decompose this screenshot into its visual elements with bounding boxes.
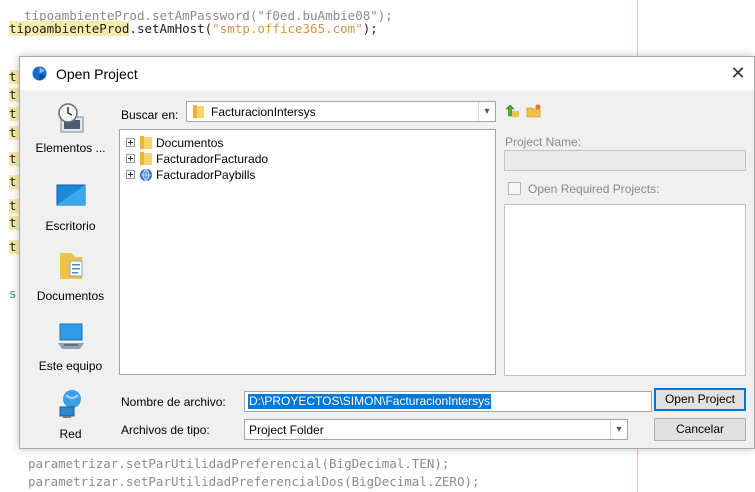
close-icon: ✕ [730, 63, 746, 83]
code-line-fragment: t [9, 216, 19, 230]
file-type-dropdown[interactable]: Project Folder ▾ [244, 419, 628, 440]
look-in-dropdown[interactable]: FacturacionIntersys ▾ [186, 101, 496, 122]
code-line-fragment: t [9, 107, 19, 121]
open-project-button[interactable]: Open Project [654, 388, 746, 411]
dialog-titlebar[interactable]: Open Project ✕ [20, 57, 754, 90]
open-required-checkbox[interactable] [508, 182, 521, 195]
code-line-bottom-1: parametrizar.setParUtilidadPreferencial(… [28, 456, 450, 471]
open-required-label: Open Required Projects: [528, 182, 660, 196]
code-line-fragment: t [9, 240, 19, 254]
computer-icon [58, 323, 84, 349]
folder-icon [193, 105, 204, 118]
expand-icon[interactable] [126, 154, 135, 163]
code-line-set-host: tipoambienteProd.setAmHost("smtp.office3… [9, 21, 378, 36]
place-network[interactable]: Red [28, 387, 113, 453]
file-type-label: Archivos de tipo: [121, 423, 210, 437]
file-type-value: Project Folder [249, 423, 324, 437]
project-icon [140, 169, 152, 181]
network-icon [59, 390, 81, 418]
place-label: Red [59, 427, 82, 441]
place-label: Elementos ... [35, 141, 106, 155]
place-recent-items[interactable]: Elementos ... [28, 101, 113, 167]
code-line-bottom-2: parametrizar.setParUtilidadPreferencialD… [28, 474, 480, 489]
project-name-label: Project Name: [505, 135, 582, 149]
place-label: Documentos [36, 289, 105, 303]
chevron-down-icon[interactable]: ▾ [478, 102, 495, 121]
code-line-fragment: t [9, 152, 19, 166]
file-name-label: Nombre de archivo: [121, 395, 226, 409]
place-desktop[interactable]: Escritorio [28, 179, 113, 245]
chevron-down-icon[interactable]: ▾ [610, 420, 627, 439]
project-name-field [504, 150, 746, 171]
file-name: FacturadorPaybills [156, 168, 256, 182]
place-label: Este equipo [38, 359, 103, 373]
required-projects-list[interactable] [504, 204, 746, 376]
file-name: Documentos [156, 136, 224, 150]
open-project-dialog: Open Project ✕ Elementos ... Escritorio [19, 56, 755, 449]
expand-icon[interactable] [126, 170, 135, 179]
expand-icon[interactable] [126, 138, 135, 147]
file-list[interactable]: Documentos FacturadorFacturado Facturado… [119, 129, 496, 375]
file-name: FacturadorFacturado [156, 152, 269, 166]
desktop-icon [56, 184, 86, 206]
place-documents[interactable]: Documentos [28, 249, 113, 315]
code-line-fragment: t [9, 199, 19, 213]
place-label: Escritorio [45, 219, 96, 233]
code-line-fragment: t [9, 126, 19, 140]
folder-icon [140, 152, 152, 165]
up-folder-icon[interactable] [504, 103, 520, 119]
code-line-fragment: s [9, 286, 17, 301]
new-folder-icon[interactable] [526, 103, 542, 119]
look-in-value: FacturacionIntersys [211, 105, 316, 119]
code-line-fragment: t [9, 88, 19, 102]
code-line-fragment: t [9, 70, 19, 84]
file-name-value: D:\PROYECTOS\SIMON\FacturacionIntersys [248, 394, 492, 409]
code-line-fragment: t [9, 175, 19, 189]
code-line-partial: tipoambienteProd.setAmPassword("f0ed.buA… [24, 8, 393, 23]
look-in-label: Buscar en: [121, 108, 179, 122]
netbeans-logo-icon [32, 66, 47, 81]
documents-icon [60, 253, 83, 279]
place-this-pc[interactable]: Este equipo [28, 319, 113, 385]
folder-icon [140, 136, 152, 149]
close-button[interactable]: ✕ [722, 57, 754, 90]
recent-items-icon [58, 103, 84, 133]
file-name-input[interactable]: D:\PROYECTOS\SIMON\FacturacionIntersys [244, 391, 652, 412]
cancel-button[interactable]: Cancelar [654, 418, 746, 441]
dialog-title: Open Project [56, 66, 138, 82]
